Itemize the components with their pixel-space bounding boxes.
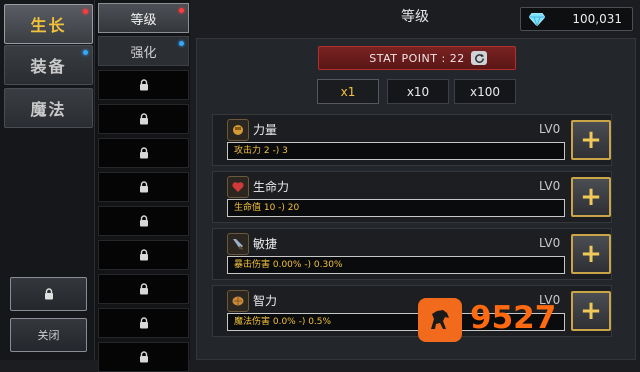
diamond-icon — [529, 13, 545, 26]
stat-row-strength: 力量 LV0 攻击力 2 -) 3 + — [212, 114, 612, 166]
notification-dot — [179, 8, 184, 13]
stat-name: 力量 — [253, 123, 278, 137]
locked-slot — [98, 274, 189, 304]
multiplier-x10-button[interactable]: x10 — [387, 79, 449, 104]
stat-plus-button[interactable]: + — [571, 291, 611, 331]
close-label: 关闭 — [37, 329, 60, 342]
subtab-enhance[interactable]: 强化 — [98, 36, 189, 66]
multiplier-x1-button[interactable]: x1 — [317, 79, 379, 104]
multiplier-label: x10 — [406, 84, 430, 99]
lock-icon — [139, 113, 148, 125]
currency-display: 100,031 — [520, 7, 633, 31]
stat-name: 敏捷 — [253, 237, 278, 251]
locked-slot — [98, 342, 189, 372]
lock-icon — [44, 288, 53, 300]
stat-level: LV0 — [539, 122, 561, 136]
notification-dot — [83, 50, 88, 55]
locked-slot — [98, 104, 189, 134]
plus-icon: + — [580, 125, 602, 155]
lock-icon — [139, 147, 148, 159]
category-sidebar: 生长 装备 魔法 关闭 — [0, 0, 95, 360]
plus-icon: + — [580, 296, 602, 326]
lock-icon — [139, 215, 148, 227]
category-magic-label: 魔法 — [30, 100, 67, 119]
multiplier-x100-button[interactable]: x100 — [454, 79, 516, 104]
plus-icon: + — [580, 239, 602, 269]
stat-point-bar: STAT POINT : 22 — [318, 46, 516, 70]
category-magic-button[interactable]: 魔法 — [4, 88, 93, 128]
reset-button[interactable] — [471, 51, 487, 65]
brain-icon — [227, 290, 249, 312]
subtab-level-label: 等级 — [130, 12, 157, 28]
stat-effect-bar: 攻击力 2 -) 3 — [227, 142, 565, 160]
notification-dot — [83, 9, 88, 14]
stat-effect-bar: 生命值 10 -) 20 — [227, 199, 565, 217]
heart-icon — [227, 176, 249, 198]
lock-icon — [139, 249, 148, 261]
locked-slot — [98, 206, 189, 236]
stat-name: 生命力 — [253, 180, 290, 194]
lock-icon — [139, 351, 148, 363]
refresh-icon — [474, 53, 484, 63]
notification-dot — [179, 41, 184, 46]
currency-amount: 100,031 — [572, 12, 622, 26]
category-equipment-label: 装备 — [30, 57, 67, 76]
lock-button[interactable] — [10, 277, 87, 311]
subtab-enhance-label: 强化 — [130, 45, 157, 61]
stat-level: LV0 — [539, 179, 561, 193]
stat-name: 智力 — [253, 294, 278, 308]
category-growth-button[interactable]: 生长 — [4, 4, 93, 44]
stat-row-agility: 敏捷 LV0 暴击伤害 0.00% -) 0.30% + — [212, 228, 612, 280]
stat-level: LV0 — [539, 236, 561, 250]
subtab-column: 等级 强化 — [95, 0, 190, 372]
watermark-logo — [418, 298, 462, 342]
stat-plus-button[interactable]: + — [571, 120, 611, 160]
close-button[interactable]: 关闭 — [10, 318, 87, 352]
locked-slot — [98, 240, 189, 270]
multiplier-label: x1 — [340, 84, 356, 99]
category-equipment-button[interactable]: 装备 — [4, 45, 93, 85]
lock-icon — [139, 283, 148, 295]
locked-slot — [98, 172, 189, 202]
stat-row-vitality: 生命力 LV0 生命值 10 -) 20 + — [212, 171, 612, 223]
lock-icon — [139, 317, 148, 329]
lock-icon — [139, 79, 148, 91]
stat-point-label: STAT POINT : 22 — [369, 51, 465, 65]
plus-icon: + — [580, 182, 602, 212]
locked-slot — [98, 308, 189, 338]
locked-slot — [98, 138, 189, 168]
horse-icon — [431, 310, 449, 329]
fist-icon — [227, 119, 249, 141]
lock-icon — [139, 181, 148, 193]
watermark-text: 9527 — [470, 300, 557, 336]
category-growth-label: 生长 — [30, 16, 67, 35]
locked-slot — [98, 70, 189, 100]
stat-plus-button[interactable]: + — [571, 177, 611, 217]
stat-effect-bar: 暴击伤害 0.00% -) 0.30% — [227, 256, 565, 274]
subtab-level[interactable]: 等级 — [98, 3, 189, 33]
stat-plus-button[interactable]: + — [571, 234, 611, 274]
multiplier-label: x100 — [469, 84, 500, 99]
dagger-icon — [227, 233, 249, 255]
